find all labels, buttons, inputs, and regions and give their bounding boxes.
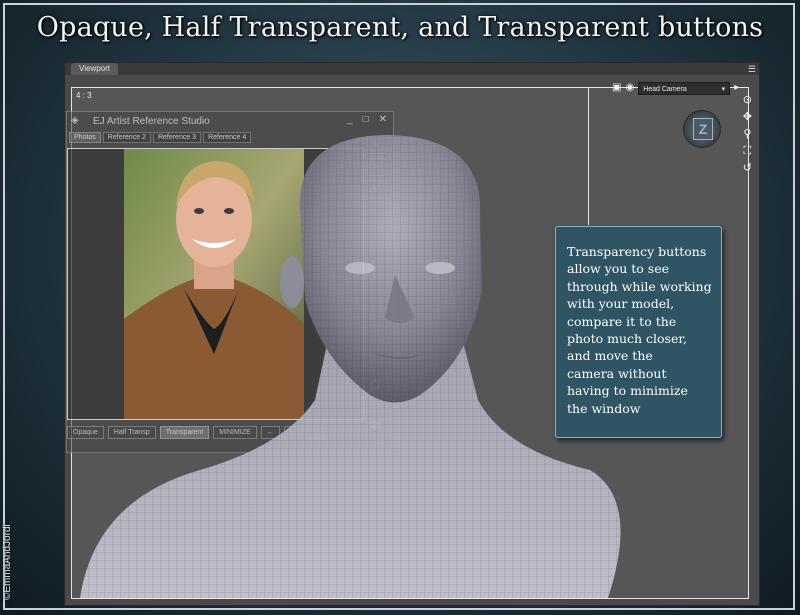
callout-line: photo much closer, bbox=[567, 331, 687, 347]
zoom-icon[interactable]: ⚲ bbox=[743, 128, 751, 140]
tab-reference-3[interactable]: Reference 3 bbox=[152, 132, 202, 143]
diamond-logo-icon: ◈ bbox=[71, 115, 79, 126]
callout-line: through while working bbox=[567, 278, 712, 294]
maximize-icon[interactable]: □ bbox=[363, 114, 369, 125]
pane-tabbar: Viewport ☰ bbox=[65, 63, 759, 75]
reset-icon[interactable]: ↺ bbox=[743, 162, 752, 174]
camera-select-label: Head Camera bbox=[643, 85, 687, 93]
camera-select[interactable]: Head Camera ▾ bbox=[638, 81, 731, 95]
callout-line: compare it to the bbox=[567, 313, 677, 329]
reference-photo bbox=[124, 149, 304, 419]
opacity-small-button[interactable]: ○ bbox=[367, 398, 383, 412]
callout-leader-line bbox=[588, 88, 589, 225]
minimize-icon[interactable]: _ bbox=[347, 114, 353, 125]
previous-button[interactable]: ← bbox=[260, 426, 280, 439]
tab-reference-2[interactable]: Reference 2 bbox=[102, 132, 151, 143]
reference-photo-area bbox=[67, 148, 364, 420]
flip-y-button[interactable]: Y bbox=[367, 180, 385, 198]
chevron-down-icon: ▾ bbox=[721, 85, 726, 93]
reference-tabs: Photos Reference 2 Reference 3 Reference… bbox=[69, 132, 252, 143]
settings-gear-icon[interactable]: ⚙ bbox=[367, 418, 383, 432]
opaque-button[interactable]: Opaque bbox=[67, 426, 104, 439]
minimize-button[interactable]: MINIMIZE bbox=[213, 426, 257, 439]
camera-settings-icon[interactable]: ▣ bbox=[612, 83, 621, 93]
callout-line: the window bbox=[567, 400, 641, 416]
reference-lower-buttons: O ○ ⚙ bbox=[367, 378, 383, 432]
callout-line: camera without bbox=[567, 365, 667, 381]
callout-line: having to minimize bbox=[567, 383, 688, 399]
tab-photos[interactable]: Photos bbox=[69, 132, 101, 143]
reference-side-buttons: + X Y bbox=[367, 136, 385, 198]
page-title: Opaque, Half Transparent, and Transparen… bbox=[36, 12, 764, 43]
view-cube[interactable]: Z bbox=[683, 110, 721, 148]
viewport-controls: ▣ ◉ Head Camera ▾ ▸ bbox=[612, 80, 739, 96]
tab-reference-4[interactable]: Reference 4 bbox=[203, 132, 252, 143]
draw-style-icon[interactable]: ◉ bbox=[625, 83, 634, 93]
pane-menu-icon[interactable]: ☰ bbox=[748, 64, 756, 74]
reference-window[interactable]: ◈ EJ Artist Reference Studio _ □ ✕ Photo… bbox=[66, 111, 394, 453]
orbit-icon[interactable]: ⊙ bbox=[743, 94, 752, 106]
close-icon[interactable]: ✕ bbox=[379, 114, 387, 125]
viewport-menu-icon[interactable]: ▸ bbox=[734, 83, 739, 93]
tab-viewport[interactable]: Viewport bbox=[71, 63, 118, 75]
opacity-full-button[interactable]: O bbox=[367, 378, 383, 392]
callout-line: with your model, bbox=[567, 296, 675, 312]
flip-x-button[interactable]: X bbox=[367, 158, 385, 176]
aspect-ratio-label: 4 : 3 bbox=[76, 91, 92, 100]
navigation-tools: ⊙ ✥ ⚲ ⛶ ↺ bbox=[743, 94, 752, 174]
transparency-callout: Transparency buttons allow you to see th… bbox=[555, 226, 722, 438]
callout-line: and move the bbox=[567, 348, 653, 364]
view-cube-face: Z bbox=[693, 118, 713, 140]
half-transparent-button[interactable]: Half Transp bbox=[107, 426, 156, 439]
callout-line: Transparency buttons bbox=[567, 244, 707, 259]
callout-line: allow you to see bbox=[567, 261, 669, 277]
copyright-text: ©EmmaAndJordi bbox=[2, 524, 13, 600]
add-button[interactable]: + bbox=[367, 136, 385, 154]
reference-window-title: EJ Artist Reference Studio bbox=[93, 116, 210, 127]
transparent-button[interactable]: Transparent bbox=[159, 426, 210, 439]
help-button[interactable]: ? bbox=[306, 426, 323, 439]
frame-icon[interactable]: ⛶ bbox=[744, 145, 752, 157]
next-button[interactable]: → bbox=[283, 426, 303, 439]
reference-bottom-bar: Opaque Half Transp Transparent MINIMIZE … bbox=[67, 426, 323, 439]
window-buttons: _ □ ✕ bbox=[347, 114, 387, 125]
pan-icon[interactable]: ✥ bbox=[743, 111, 752, 123]
